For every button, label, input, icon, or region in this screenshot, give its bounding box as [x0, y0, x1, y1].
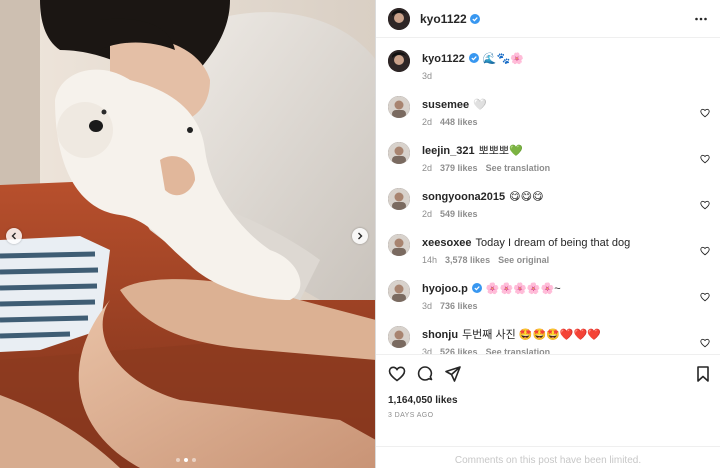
commenter-avatar[interactable] [388, 188, 410, 210]
verified-badge-icon [468, 53, 479, 63]
comment-text: 😋😋😋 [509, 191, 544, 203]
post-modal: kyo1122 kyo1122 🌊🐾🌸 3d susemee 🤍 2d 448 like… [0, 0, 720, 468]
carousel-prev-button[interactable] [6, 228, 22, 244]
commenter-avatar[interactable] [388, 234, 410, 256]
post-header: kyo1122 [376, 0, 720, 38]
carousel-next-button[interactable] [352, 228, 368, 244]
commenter-avatar[interactable] [388, 326, 410, 348]
comment-username[interactable]: songyoona2015 [422, 191, 505, 203]
comment-time: 2d [422, 209, 433, 219]
comment-text: Today I dream of being that dog [475, 237, 631, 249]
commenter-avatar[interactable] [388, 280, 410, 302]
commenter-avatar-image [388, 326, 410, 348]
comment-like-heart-icon[interactable] [700, 154, 710, 164]
comments-list[interactable]: kyo1122 🌊🐾🌸 3d susemee 🤍 2d 448 likes leejin_… [376, 38, 720, 354]
comment-like-heart-icon[interactable] [700, 292, 710, 302]
author-username[interactable]: kyo1122 [420, 12, 467, 26]
comment-likes[interactable]: 3,578 likes [445, 255, 490, 265]
comment-row: hyojoo.p 🌸🌸🌸🌸🌸~ 3d 736 likes [388, 268, 710, 312]
comment-username[interactable]: xeesoxee [422, 237, 472, 249]
post-timestamp: 3 DAYS AGO [388, 412, 434, 419]
carousel-dots [176, 458, 196, 462]
more-options-icon[interactable] [694, 12, 708, 26]
commenter-avatar[interactable] [388, 96, 410, 118]
comment-like-heart-icon[interactable] [700, 108, 710, 118]
caption-username[interactable]: kyo1122 [422, 53, 465, 65]
caption-row: kyo1122 🌊🐾🌸 3d [388, 38, 710, 82]
comment-translate-link[interactable]: See translation [486, 163, 551, 173]
comment-text: 🤍 [473, 99, 487, 111]
verified-badge-icon [471, 283, 482, 293]
comment-time: 2d [422, 117, 433, 127]
comment-like-heart-icon[interactable] [700, 200, 710, 210]
chevron-right-icon [358, 232, 363, 240]
comment-row: leejin_321 뽀뽀뽀💚 2d 379 likes See translation [388, 130, 710, 174]
chevron-left-icon [11, 232, 16, 240]
comment-likes[interactable]: 448 likes [440, 117, 478, 127]
bookmark-icon[interactable] [694, 365, 712, 383]
caption-time: 3d [422, 71, 433, 81]
comment-text: 뽀뽀뽀💚 [478, 145, 523, 157]
comment-likes[interactable]: 549 likes [440, 209, 478, 219]
comment-like-heart-icon[interactable] [700, 338, 710, 348]
post-photo [0, 0, 375, 468]
comment-time: 3d [422, 301, 433, 311]
comment-row: susemee 🤍 2d 448 likes [388, 84, 710, 128]
comment-translate-link[interactable]: See translation [486, 347, 551, 354]
likes-count[interactable]: 1,164,050 likes [388, 395, 458, 406]
comment-likes[interactable]: 736 likes [440, 301, 478, 311]
commenter-avatar[interactable] [388, 142, 410, 164]
comment-username[interactable]: hyojoo.p [422, 283, 468, 295]
heart-icon[interactable] [388, 365, 406, 383]
comment-text: 🌸🌸🌸🌸🌸~ [485, 283, 561, 295]
author-avatar-image [388, 7, 410, 30]
comment-row: songyoona2015 😋😋😋 2d 549 likes [388, 176, 710, 220]
author-avatar[interactable] [388, 7, 410, 30]
post-actions: 1,164,050 likes 3 DAYS AGO Comments on t… [376, 354, 720, 466]
comment-translate-link[interactable]: See original [498, 255, 549, 265]
comment-username[interactable]: leejin_321 [422, 145, 475, 157]
verified-badge-icon [469, 13, 480, 24]
comment-likes[interactable]: 379 likes [440, 163, 478, 173]
post-media[interactable] [0, 0, 376, 468]
carousel-dot [176, 458, 180, 462]
comment-like-heart-icon[interactable] [700, 246, 710, 256]
commenter-avatar-image [388, 142, 410, 164]
commenter-avatar-image [388, 188, 410, 210]
comment-username[interactable]: susemee [422, 99, 469, 111]
comment-row: xeesoxee Today I dream of being that dog 1… [388, 222, 710, 266]
caption-text: 🌊🐾🌸 [482, 53, 524, 65]
commenter-avatar-image [388, 96, 410, 118]
carousel-dot [184, 458, 188, 462]
author-avatar-image [388, 50, 410, 72]
post-side-panel: kyo1122 kyo1122 🌊🐾🌸 3d susemee 🤍 2d 448 like… [376, 0, 720, 468]
comment-row: shonju 두번째 사진 🤩🤩🤩❤️❤️❤️ 3d 526 likes See tra… [388, 314, 710, 354]
comment-time: 14h [422, 255, 438, 265]
comment-time: 2d [422, 163, 433, 173]
comment-text: 두번째 사진 🤩🤩🤩❤️❤️❤️ [462, 329, 601, 341]
author-avatar[interactable] [388, 50, 410, 72]
comments-limited-notice: Comments on this post have been limited. [376, 446, 720, 469]
comment-icon[interactable] [416, 365, 434, 383]
comment-username[interactable]: shonju [422, 329, 458, 341]
carousel-dot [192, 458, 196, 462]
commenter-avatar-image [388, 234, 410, 256]
comment-likes[interactable]: 526 likes [440, 347, 478, 354]
share-icon[interactable] [444, 365, 462, 383]
commenter-avatar-image [388, 280, 410, 302]
comment-time: 3d [422, 347, 433, 354]
